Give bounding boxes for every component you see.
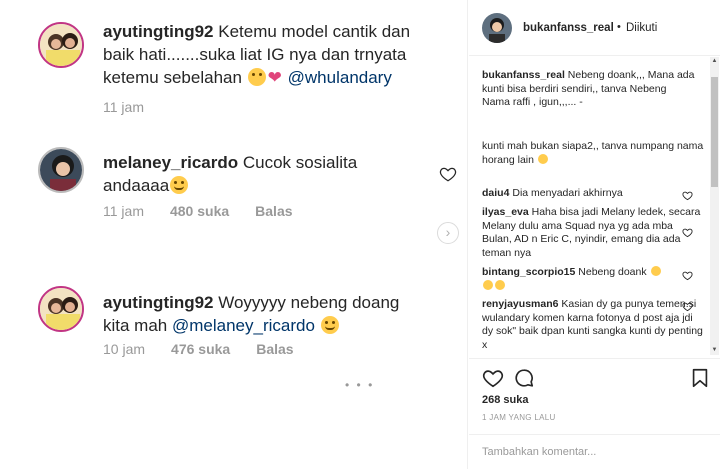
comment-username[interactable]: ilyas_eva (482, 206, 529, 218)
avatar[interactable] (38, 286, 84, 332)
post-header: bukanfanss_real • Diikuti (469, 0, 720, 56)
reply-button[interactable]: Balas (256, 341, 293, 357)
comment-text: ayutingting92 Ketemu model cantik dan ba… (103, 20, 463, 89)
comment-likes[interactable]: 476 suka (171, 341, 230, 357)
comment-line: ketemu sebelahan (103, 68, 247, 87)
add-comment-bar (469, 434, 720, 469)
caption-text: kunti mah bukan siapa2,, tanva numpang n… (482, 140, 704, 152)
heart-icon[interactable] (482, 367, 504, 389)
caption-username[interactable]: bukanfanss_real (482, 69, 565, 81)
scroll-down-arrow-icon[interactable]: ▼ (710, 346, 719, 355)
comment-meta: 11 jam 480 suka Balas (103, 203, 293, 219)
post-sidebar: bukanfanss_real • Diikuti bukanfanss_rea… (469, 0, 720, 469)
heart-icon[interactable] (682, 301, 693, 312)
scrollbar[interactable]: ▲ ▼ (710, 57, 719, 355)
comment-meta: 10 jam 476 suka Balas (103, 341, 294, 357)
comment-text: ayutingting92 Woyyyyy nebeng doang kita … (103, 291, 433, 337)
comment-line: Cucok sosialita (238, 153, 358, 172)
caption-text: horang lain (482, 153, 534, 166)
comment-text: Nebeng doank (575, 266, 647, 278)
comment-line: kita mah (103, 316, 172, 335)
avatar[interactable] (38, 22, 84, 68)
scrollbar-thumb[interactable] (711, 77, 718, 187)
embedded-comments-screenshot: ayutingting92 Ketemu model cantik dan ba… (0, 0, 468, 469)
caption: bukanfanss_real Nebeng doank,,, Mana ada… (482, 69, 704, 110)
comment-username[interactable]: melaney_ricardo (103, 153, 238, 172)
caption-continued: kunti mah bukan siapa2,, tanva numpang n… (482, 140, 704, 167)
caption-text: Nama raffi , igun,,,... - (482, 96, 583, 108)
heart-icon[interactable] (682, 270, 693, 281)
mention-link[interactable]: @whulandary (288, 68, 392, 87)
mention-link[interactable]: @melaney_ricardo (172, 316, 315, 335)
comment-line: Ketemu model cantik dan (213, 22, 411, 41)
like-count[interactable]: 268 suka (482, 394, 528, 406)
grinning-face-icon (170, 176, 189, 194)
heart-icon[interactable] (682, 190, 693, 201)
comment-line: andaaaa (103, 176, 170, 195)
separator-dot: • (617, 21, 621, 33)
comment-meta: 11 jam (103, 99, 144, 115)
comment-text: melaney_ricardo Cucok sosialita andaaaa (103, 151, 433, 197)
avatar[interactable] (38, 147, 84, 193)
comment-text: Dia menyadari akhirnya (509, 187, 623, 199)
comment-username[interactable]: daiu4 (482, 187, 509, 199)
list-item: renyjayusman6 Kasian dy ga punya temen.s… (482, 298, 704, 352)
list-item: bintang_scorpio15 Nebeng doank (482, 266, 704, 293)
comment-likes[interactable]: 480 suka (170, 203, 229, 219)
reply-button[interactable]: Balas (255, 203, 292, 219)
kissing-face-icon (247, 68, 266, 86)
avatar[interactable] (482, 13, 512, 43)
follow-status-button[interactable]: Diikuti (626, 22, 657, 34)
post-timestamp: 1 JAM YANG LALU (482, 413, 556, 422)
comment-time: 11 jam (103, 99, 144, 115)
comment-time: 11 jam (103, 203, 144, 219)
laughing-face-icon (483, 279, 493, 290)
post-actions: 268 suka 1 JAM YANG LALU (469, 358, 720, 469)
comment-username[interactable]: ayutingting92 (103, 293, 214, 312)
list-item: ilyas_eva Haha bisa jadi Melany ledek, s… (482, 206, 704, 260)
comment-username[interactable]: bintang_scorpio15 (482, 266, 575, 278)
comment-username[interactable]: ayutingting92 (103, 22, 214, 41)
laughing-face-icon (537, 153, 548, 164)
winking-face-icon (320, 316, 339, 334)
scroll-up-arrow-icon[interactable]: ▲ (710, 57, 719, 66)
more-dots: • • • (345, 378, 375, 392)
laughing-face-icon (650, 266, 661, 276)
comment-time: 10 jam (103, 341, 146, 357)
chevron-right-icon[interactable]: › (437, 222, 459, 244)
heart-emoji-icon: ❤ (267, 68, 282, 87)
comment-line: Woyyyyy nebeng doang (213, 293, 400, 312)
speech-bubble-icon[interactable] (513, 367, 535, 389)
comment-username[interactable]: renyjayusman6 (482, 298, 558, 310)
header-username[interactable]: bukanfanss_real (523, 22, 614, 34)
bookmark-icon[interactable] (689, 367, 711, 389)
heart-icon[interactable] (682, 227, 693, 238)
comments-scroll-area[interactable]: bukanfanss_real Nebeng doank,,, Mana ada… (469, 57, 720, 357)
heart-icon[interactable] (439, 165, 457, 183)
list-item: daiu4 Dia menyadari akhirnya (482, 187, 704, 201)
laughing-face-icon (495, 279, 505, 290)
comment-input[interactable] (482, 443, 702, 461)
comment-line: baik hati.......suka liat IG nya dan trn… (103, 45, 407, 64)
